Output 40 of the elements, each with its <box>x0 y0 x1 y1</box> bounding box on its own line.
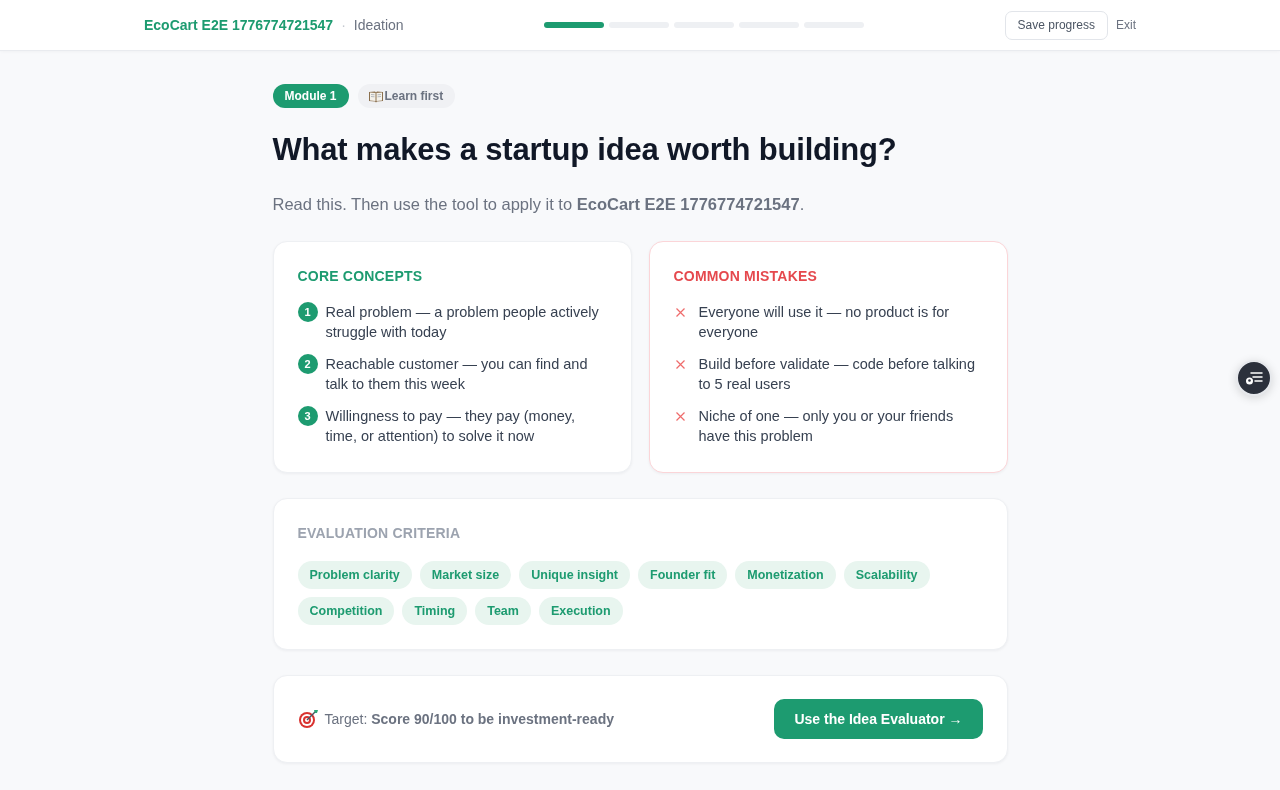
mistake-text: Niche of one — only you or your friends have this problem <box>698 407 955 446</box>
lesson-title: What makes a startup idea worth building? <box>272 131 898 169</box>
intro-text: Read this. Then use the tool to apply it to EcoCart E2E 1776774721547. <box>272 194 806 215</box>
module-badge: Module 1 <box>272 84 349 108</box>
card-heading: EVALUATION CRITERIA <box>297 524 462 543</box>
target-icon <box>297 709 319 729</box>
criteria-tag: Problem clarity <box>297 561 412 589</box>
stage-label: Ideation <box>353 17 404 33</box>
save-progress-button[interactable]: Save progress <box>1004 10 1108 40</box>
criteria-tag: Scalability <box>843 561 930 589</box>
mistake-text: Everyone will use it — no product is for everyone <box>698 303 951 342</box>
cross-icon <box>675 360 685 369</box>
card-heading: CORE CONCEPTS <box>297 267 424 286</box>
target-text: Target: Score 90/100 to be investment-ready <box>324 711 614 727</box>
criteria-tag: Monetization <box>735 561 836 589</box>
floating-menu-button[interactable] <box>1236 360 1272 396</box>
idea-evaluator-button[interactable]: Use the Idea Evaluator → <box>774 699 983 739</box>
project-name: EcoCart E2E 1776774721547 <box>144 17 334 33</box>
card-heading: COMMON MISTAKES <box>673 267 818 286</box>
criteria-tag: Founder fit <box>638 561 728 589</box>
exit-link[interactable]: Exit <box>1115 14 1136 36</box>
separator: · <box>341 17 346 33</box>
step-number: 1 <box>297 302 318 322</box>
learn-first-label: Learn first <box>384 89 444 103</box>
criteria-tag: Market size <box>419 561 512 589</box>
concept-text: Real problem — a problem people actively struggle with today <box>325 303 600 342</box>
step-number: 2 <box>297 354 318 374</box>
criteria-tag: Execution <box>538 597 623 625</box>
criteria-tag: Unique insight <box>519 561 631 589</box>
criteria-tag: Team <box>475 597 531 625</box>
cross-icon <box>675 308 685 317</box>
cross-icon <box>675 412 685 421</box>
book-icon <box>367 89 384 103</box>
criteria-tag: Timing <box>402 597 468 625</box>
step-number: 3 <box>297 406 318 426</box>
criteria-tag: Competition <box>297 597 395 625</box>
concept-text: Willingness to pay — they pay (money, time, or attention) to solve it now <box>325 407 577 446</box>
concept-text: Reachable customer — you can find and talk to them this week <box>325 355 589 394</box>
mistake-text: Build before validate — code before talking to 5 real users <box>698 355 976 394</box>
list-icon <box>1245 371 1263 385</box>
